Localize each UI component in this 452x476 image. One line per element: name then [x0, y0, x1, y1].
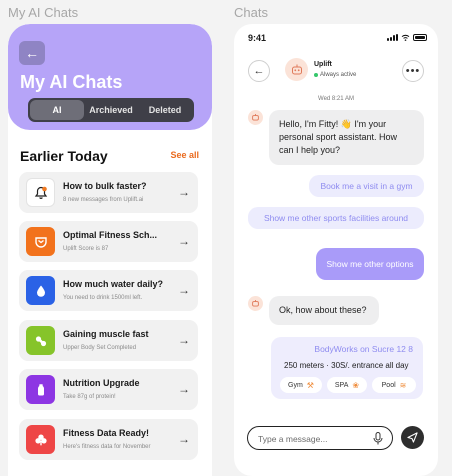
spa-icon: ❀ [352, 380, 360, 390]
chat-title: Nutrition Upgrade [63, 378, 140, 388]
section-title: Earlier Today [20, 148, 108, 164]
chat-title: Gaining muscle fast [63, 329, 149, 339]
amenity-chip-spa: SPA ❀ [327, 377, 367, 393]
chats-list-screen: ← My AI Chats AI Archieved Deleted Earli… [8, 24, 212, 476]
amenity-chip-pool: Pool ≋ [372, 377, 416, 393]
arrow-right-icon: → [178, 234, 190, 248]
shield-icon [26, 227, 55, 256]
tab-switcher: AI Archieved Deleted [28, 98, 194, 122]
arrow-left-icon: ← [25, 45, 39, 61]
arrow-left-icon: ← [253, 65, 265, 77]
chat-item[interactable]: How to bulk faster? 8 new messages from … [19, 172, 198, 213]
bot-message-reply: Ok, how about these? [269, 296, 379, 325]
pills-icon [26, 326, 55, 355]
more-dots-icon: ••• [405, 65, 421, 77]
back-button[interactable]: ← [19, 41, 45, 65]
amenity-label: Gym [288, 381, 303, 389]
arrow-right-icon: → [178, 283, 190, 297]
chat-item[interactable]: Gaining muscle fast Upper Body Set Compl… [19, 320, 198, 361]
arrow-right-icon: → [178, 185, 190, 199]
chat-screen: 9:41 ← Uplift Always active ••• Wed 8:21… [234, 24, 438, 476]
chat-subtitle: Uplift Score is 87 [63, 246, 109, 252]
amenity-chip-gym: Gym ⚒ [280, 377, 322, 393]
microphone-icon[interactable] [373, 432, 383, 445]
chat-subtitle: Upper Body Set Completed [63, 345, 137, 351]
venue-info: 250 meters · 30S/. entrance all day [284, 361, 409, 370]
send-icon [407, 432, 418, 443]
robot-icon [252, 299, 259, 307]
send-button[interactable] [401, 426, 424, 449]
chat-item[interactable]: How much water daily? You need to drink … [19, 270, 198, 311]
amenity-label: Pool [381, 381, 396, 389]
chat-subtitle: Here's fitness data for November [63, 444, 151, 450]
right-caption: Chats [234, 5, 268, 20]
arrow-right-icon: → [178, 333, 190, 347]
tab-archived[interactable]: Archieved [84, 100, 138, 120]
bot-message-greeting: Hello, I'm Fitty! 👋 I'm your personal sp… [269, 110, 424, 165]
bot-status: Always active [314, 72, 356, 78]
more-options-button[interactable]: ••• [402, 60, 424, 82]
user-message: Show me other options [316, 248, 424, 280]
bot-mini-avatar [248, 110, 263, 125]
online-dot [314, 73, 318, 77]
battery-icon [413, 34, 427, 41]
chat-subtitle: 8 new messages from Uplift.ai [63, 197, 144, 203]
bot-status-text: Always active [320, 72, 357, 78]
chat-item[interactable]: Fitness Data Ready! Here's fitness data … [19, 419, 198, 460]
chat-subtitle: You need to drink 1500ml left. [63, 295, 143, 301]
venue-card[interactable]: BodyWorks on Sucre 12 8 250 meters · 30S… [271, 337, 423, 399]
suggestion-book-gym[interactable]: Book me a visit in a gym [309, 175, 424, 197]
see-all-link[interactable]: See all [170, 150, 199, 160]
chat-item[interactable]: Nutrition Upgrade Take 87g of protein! → [19, 369, 198, 410]
bot-avatar [285, 58, 308, 81]
chat-subtitle: Take 87g of protein! [63, 394, 116, 400]
wifi-icon [401, 34, 410, 41]
chat-item[interactable]: Optimal Fitness Sch... Uplift Score is 8… [19, 221, 198, 262]
robot-icon [252, 113, 259, 121]
venue-name: BodyWorks on Sucre 12 8 [314, 344, 413, 354]
chat-title: Fitness Data Ready! [63, 428, 150, 438]
amenity-label: SPA [334, 381, 349, 389]
message-input-box [247, 426, 393, 450]
status-time: 9:41 [248, 33, 267, 43]
pool-icon: ≋ [399, 380, 407, 390]
message-input[interactable] [258, 431, 363, 446]
tab-deleted[interactable]: Deleted [138, 100, 192, 120]
robot-icon [291, 64, 302, 74]
clover-icon [26, 425, 55, 454]
bot-name: Uplift [314, 61, 332, 68]
date-separator: Wed 8:21 AM [318, 96, 354, 102]
signal-icon [387, 34, 398, 41]
arrow-right-icon: → [178, 432, 190, 446]
header-panel: ← My AI Chats AI Archieved Deleted [8, 24, 212, 130]
bell-icon [26, 178, 55, 207]
chat-title: How to bulk faster? [63, 181, 147, 191]
chat-title: How much water daily? [63, 279, 164, 289]
chat-title: Optimal Fitness Sch... [63, 230, 158, 240]
left-caption: My AI Chats [8, 5, 79, 20]
bottle-icon [26, 375, 55, 404]
water-drop-icon [26, 276, 55, 305]
arrow-right-icon: → [178, 382, 190, 396]
dumbbell-icon: ⚒ [306, 380, 314, 390]
page-title: My AI Chats [20, 72, 123, 92]
bot-mini-avatar [248, 296, 263, 311]
tab-ai[interactable]: AI [30, 100, 84, 120]
suggestion-sports-facilities[interactable]: Show me other sports facilities around [248, 207, 424, 229]
status-bar-icons [387, 34, 427, 41]
back-button[interactable]: ← [248, 60, 270, 82]
